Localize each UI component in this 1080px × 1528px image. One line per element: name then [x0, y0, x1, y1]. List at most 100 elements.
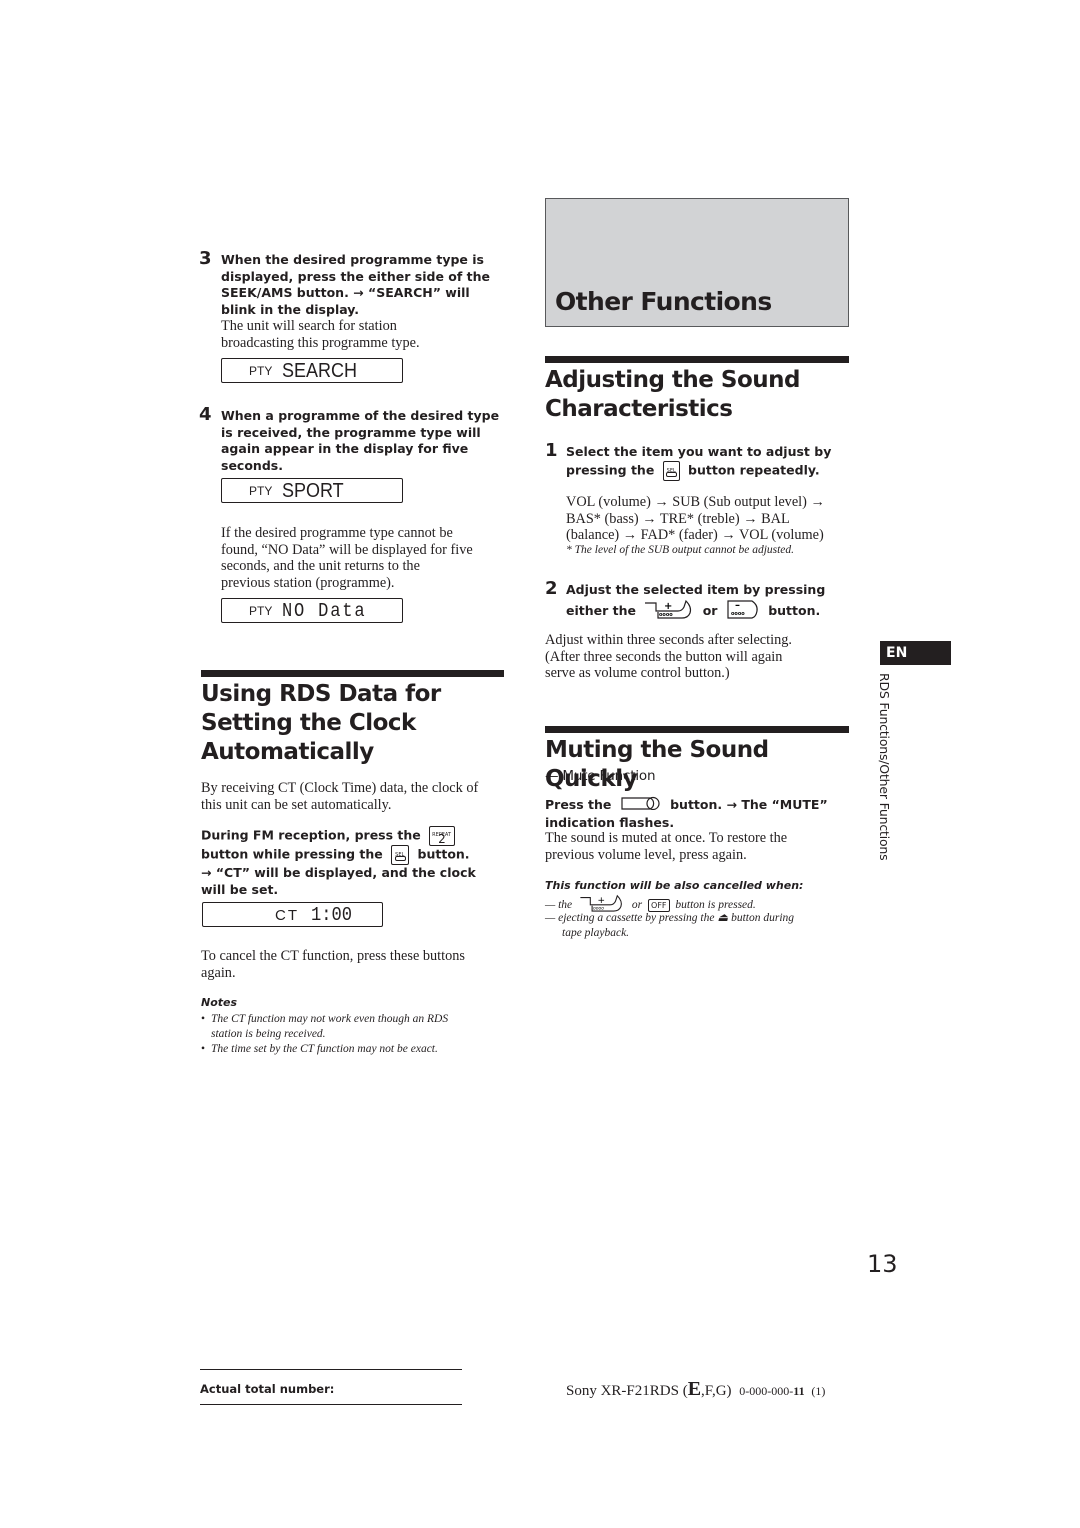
model-code: 0-000-000-11: [739, 1384, 804, 1398]
step4-line: seconds.: [221, 457, 283, 473]
display-label: PTY: [249, 364, 273, 378]
step4-body-line: previous station (programme).: [221, 574, 395, 591]
sel-key-bar: [665, 471, 677, 477]
mute-cancel-title: This function will be also cancelled whe…: [545, 879, 804, 892]
mute-heading: Muting the Sound Quickly: [545, 737, 769, 792]
page-number: 13: [867, 1250, 898, 1278]
step3-line: displayed, press the either side of the: [221, 268, 491, 284]
step3-line: blink in the display.: [221, 301, 360, 317]
cancel-text: — the: [545, 899, 573, 912]
mute-subheading: — Mute Function: [545, 768, 656, 784]
step4-body-line: If the desired programme type cannot be: [221, 525, 453, 541]
svg-text:+: +: [664, 601, 672, 612]
chapter-title: Other Functions: [555, 287, 772, 316]
sequence-line: VOL (volume) → SUB (Sub output level) →: [566, 494, 825, 510]
display-value: NO Data: [282, 600, 367, 622]
cancel-item: — the + oooo or OFF button is pressed.: [545, 894, 855, 912]
instr-text: either the: [566, 602, 636, 618]
language-tab: EN: [880, 641, 951, 665]
instr-text: or: [702, 602, 718, 618]
note-line: station is being received.: [211, 1028, 326, 1040]
instr-line: pressing the SEL button repeatedly.: [566, 460, 856, 481]
body-line: Adjust within three seconds after select…: [545, 632, 792, 648]
instr-text: button repeatedly.: [688, 462, 820, 477]
heading-line: Adjusting the Sound: [545, 367, 801, 393]
mute-body: The sound is muted at once. To restore t…: [545, 830, 855, 863]
rds-clock-heading: Using RDS Data for Setting the Clock Aut…: [201, 680, 511, 767]
body-line: The sound is muted at once. To restore t…: [545, 830, 788, 846]
step4-line: again appear in the display for five: [221, 441, 469, 456]
step-number-2: 2: [545, 578, 558, 599]
step3-line: When the desired programme type is: [221, 252, 484, 267]
instr-line: indication flashes.: [545, 814, 675, 830]
mute-instruction: Press the button. → The “MUTE” indicatio…: [545, 796, 855, 831]
sequence-line: BAS* (bass) → TRE* (treble) → BAL: [566, 510, 790, 527]
display-value: SEARCH: [282, 360, 358, 382]
step-number-3: 3: [199, 248, 212, 269]
display-label: CT: [275, 907, 299, 924]
model-region-highlight: E: [687, 1378, 702, 1400]
step4-body-line: seconds, and the unit returns to the: [221, 558, 420, 574]
instr-text: button while pressing the: [201, 846, 383, 862]
sel-key-bar: [395, 856, 407, 861]
mute-key-icon: [620, 796, 662, 815]
step3-body-line: broadcasting this programme type.: [221, 334, 420, 351]
instr-text: During FM reception, press the: [201, 827, 421, 843]
adjust-step1-instruction: Select the item you want to adjust by pr…: [566, 444, 856, 481]
heading-line: Setting the Clock: [201, 710, 416, 736]
instr-line: Select the item you want to adjust by: [566, 444, 832, 459]
intro-line: this unit can be set automatically.: [201, 796, 392, 813]
mute-cancel-list: — the + oooo or OFF button is pressed. —…: [545, 894, 855, 941]
adjust-sequence: VOL (volume) → SUB (Sub output level) → …: [566, 494, 866, 544]
model-info: Sony XR-F21RDS (E,F,G) 0-000-000-11 (1): [566, 1378, 825, 1401]
instr-text: pressing the: [566, 462, 655, 477]
adjust-sound-heading: Adjusting the Sound Characteristics: [545, 366, 855, 424]
svg-text:oooo: oooo: [659, 612, 673, 618]
instr-line: either the + oooo or – oooo button.: [566, 599, 856, 624]
off-key-icon: OFF: [648, 899, 670, 912]
adjust-step2-instruction: Adjust the selected item by pressing eit…: [566, 582, 856, 623]
actual-total-label: Actual total number:: [200, 1382, 335, 1396]
heading-line: Using RDS Data for: [201, 681, 441, 707]
note-item: • The time set by the CT function may no…: [201, 1042, 511, 1057]
rds-clock-cancel: To cancel the CT function, press these b…: [201, 948, 511, 981]
section-rule: [201, 670, 504, 677]
display-pty-no-data: PTY NO Data: [221, 598, 403, 623]
code-revision: (1): [811, 1384, 826, 1398]
model-text: ,F,G): [701, 1383, 732, 1399]
footer-rule-top: [200, 1369, 462, 1370]
adjust-footnote: * The level of the SUB output cannot be …: [566, 544, 795, 556]
section-rule: [545, 726, 849, 733]
bullet-icon: •: [201, 1013, 206, 1025]
chapter-title-box: Other Functions: [545, 198, 849, 327]
code-bold: 11: [793, 1384, 805, 1398]
bullet-icon: •: [201, 1043, 206, 1055]
volume-plus-key-icon: + oooo: [644, 599, 694, 624]
cancel-text: or: [631, 899, 643, 912]
display-pty-search: PTY SEARCH: [221, 358, 403, 383]
repeat-key-number: 2: [438, 832, 446, 846]
display-value: 1:00: [311, 904, 353, 926]
body-line: serve as volume control button.): [545, 665, 730, 681]
step-number-1: 1: [545, 440, 558, 461]
cancel-line: To cancel the CT function, press these b…: [201, 948, 465, 964]
note-line: The CT function may not work even though…: [211, 1013, 449, 1025]
cancel-item: — ejecting a cassette by pressing the ⏏ …: [545, 911, 855, 941]
notes-list: • The CT function may not work even thou…: [201, 1012, 511, 1057]
volume-minus-key-icon: – oooo: [726, 599, 760, 624]
instr-line: → “CT” will be displayed, and the clock: [201, 865, 476, 880]
sequence-line: (balance) → FAD* (fader) → VOL (volume): [566, 527, 824, 543]
sel-key-icon: SEL: [662, 460, 680, 481]
step4-line: When a programme of the desired type: [221, 408, 500, 423]
step4-line: is received, the programme type will: [221, 424, 481, 440]
sel-key-label: SEL: [666, 467, 676, 474]
instr-text: button. → The “MUTE”: [670, 796, 828, 812]
step4-instruction: When a programme of the desired type is …: [221, 408, 511, 474]
step-number-4: 4: [199, 404, 212, 425]
footer-rule-bottom: [200, 1404, 462, 1405]
instr-line: button while pressing the SEL button.: [201, 845, 511, 865]
step4-body: If the desired programme type cannot be …: [221, 525, 516, 591]
notes-title: Notes: [201, 996, 238, 1009]
step3-body-line: The unit will search for station: [221, 318, 397, 334]
body-line: previous volume level, press again.: [545, 846, 747, 863]
